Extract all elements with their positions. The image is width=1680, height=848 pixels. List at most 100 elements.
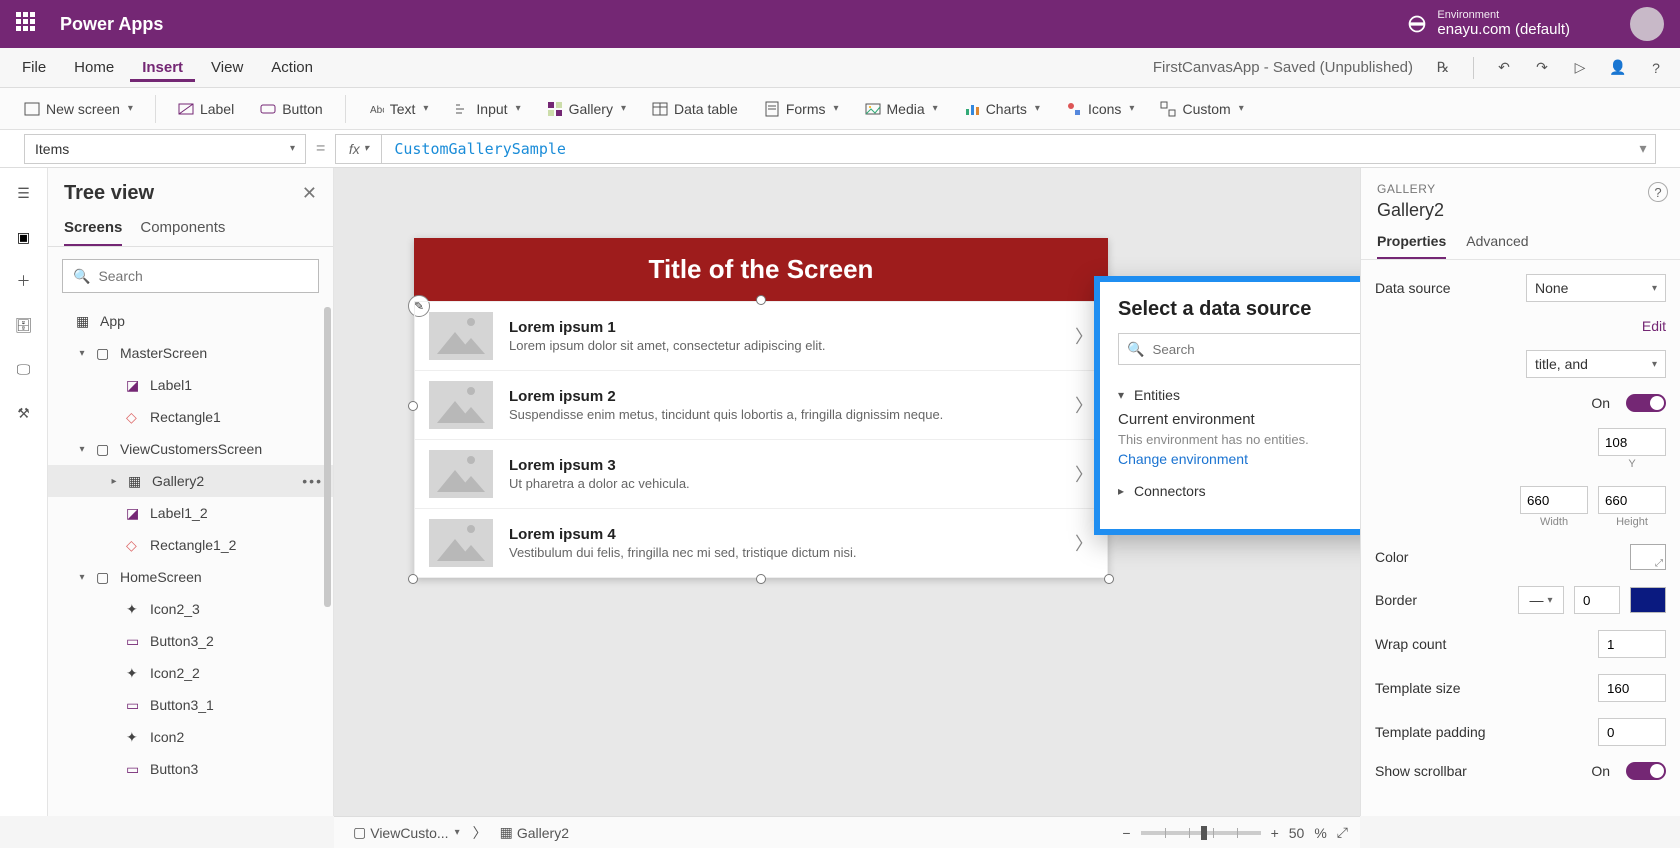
prop-scroll-toggle[interactable] xyxy=(1626,762,1666,780)
ds-entities-section[interactable]: ▾ Entities ••• xyxy=(1118,381,1360,409)
tree-close-icon[interactable]: ✕ xyxy=(302,183,317,204)
ds-change-env-link[interactable]: Change environment xyxy=(1118,451,1360,467)
zoom-slider[interactable] xyxy=(1141,831,1261,835)
prop-help-icon[interactable]: ? xyxy=(1648,182,1668,202)
datatable-button[interactable]: Data table xyxy=(642,97,748,121)
property-dropdown[interactable]: Items▾ xyxy=(24,134,306,164)
prop-tsize-input[interactable] xyxy=(1598,674,1666,702)
formula-input[interactable]: CustomGallerySample xyxy=(382,140,1631,158)
node-icon2[interactable]: ✦Icon2 xyxy=(48,721,333,753)
node-more-icon[interactable]: ••• xyxy=(302,473,323,489)
ds-search-input[interactable] xyxy=(1150,341,1360,358)
share-icon[interactable]: 👤 xyxy=(1604,54,1632,82)
zoom-out-icon[interactable]: − xyxy=(1122,825,1130,841)
chevron-right-icon[interactable]: 〉 xyxy=(1075,323,1093,349)
prop-border-style[interactable]: —▾ xyxy=(1518,586,1564,614)
prop-visible-toggle[interactable] xyxy=(1626,394,1666,412)
ds-search[interactable]: 🔍 xyxy=(1118,333,1360,365)
menu-home[interactable]: Home xyxy=(62,53,126,82)
tab-screens[interactable]: Screens xyxy=(64,211,122,246)
prop-y-input[interactable] xyxy=(1598,428,1666,456)
node-label1-2[interactable]: ◪Label1_2 xyxy=(48,497,333,529)
prop-layout-dropdown[interactable]: title, and▾ xyxy=(1526,350,1666,378)
node-label1[interactable]: ◪Label1 xyxy=(48,369,333,401)
gallery-row[interactable]: Lorem ipsum 2 Suspendisse enim metus, ti… xyxy=(414,371,1108,440)
resize-handle[interactable] xyxy=(756,295,766,305)
advanced-tools-icon[interactable]: ⚒ xyxy=(13,402,35,424)
tree-scrollbar[interactable] xyxy=(324,307,331,607)
resize-handle[interactable] xyxy=(408,574,418,584)
prop-color-swatch[interactable]: ⤢ xyxy=(1630,544,1666,570)
app-checker-icon[interactable]: ℞ xyxy=(1429,54,1457,82)
resize-handle[interactable] xyxy=(1104,574,1114,584)
media-button[interactable]: Media▾ xyxy=(855,97,948,121)
help-icon[interactable]: ? xyxy=(1642,54,1670,82)
gallery-row[interactable]: Lorem ipsum 4 Vestibulum dui felis, frin… xyxy=(414,509,1108,578)
gallery-row[interactable]: Lorem ipsum 1 Lorem ipsum dolor sit amet… xyxy=(414,301,1108,371)
tree-view-icon[interactable]: ▣ xyxy=(13,226,35,248)
zoom-in-icon[interactable]: + xyxy=(1271,825,1279,841)
user-avatar[interactable] xyxy=(1630,7,1664,41)
menu-insert[interactable]: Insert xyxy=(130,53,195,82)
bc-control[interactable]: ▦ Gallery2 xyxy=(493,821,576,844)
prop-border-width-input[interactable] xyxy=(1574,586,1620,614)
hamburger-icon[interactable]: ☰ xyxy=(13,182,35,204)
prop-tpad-input[interactable] xyxy=(1598,718,1666,746)
prop-wrap-input[interactable] xyxy=(1598,630,1666,658)
node-masterscreen[interactable]: ▾▢MasterScreen xyxy=(48,337,333,369)
prop-tab-advanced[interactable]: Advanced xyxy=(1466,233,1528,259)
node-rectangle1-2[interactable]: ◇Rectangle1_2 xyxy=(48,529,333,561)
menu-action[interactable]: Action xyxy=(259,53,325,82)
chevron-right-icon[interactable]: 〉 xyxy=(1075,392,1093,418)
chevron-right-icon[interactable]: 〉 xyxy=(1075,461,1093,487)
environment-picker[interactable]: Environment enayu.com (default) xyxy=(1407,10,1570,38)
chevron-right-icon[interactable]: 〉 xyxy=(1075,530,1093,556)
node-button3-2[interactable]: ▭Button3_2 xyxy=(48,625,333,657)
custom-button[interactable]: Custom▾ xyxy=(1150,97,1253,121)
node-icon2-3[interactable]: ✦Icon2_3 xyxy=(48,593,333,625)
redo-icon[interactable]: ↷ xyxy=(1528,54,1556,82)
node-homescreen[interactable]: ▾▢HomeScreen xyxy=(48,561,333,593)
fx-icon[interactable]: fx▾ xyxy=(336,135,382,163)
data-icon[interactable]: 🗄 xyxy=(13,314,35,336)
input-button[interactable]: Input▾ xyxy=(444,97,530,121)
tree-search-input[interactable] xyxy=(96,267,308,285)
insert-plus-icon[interactable]: ＋ xyxy=(13,270,35,292)
prop-width-input[interactable] xyxy=(1520,486,1588,514)
app-launcher-icon[interactable] xyxy=(16,12,40,36)
canvas-area[interactable]: Title of the Screen ✎ Lorem ipsum 1 Lore… xyxy=(334,168,1360,816)
icons-button[interactable]: Icons▾ xyxy=(1056,97,1145,121)
prop-tab-properties[interactable]: Properties xyxy=(1377,233,1446,259)
fit-icon[interactable]: ⤢ xyxy=(1337,824,1348,841)
gallery-button[interactable]: Gallery▾ xyxy=(537,97,636,121)
charts-button[interactable]: Charts▾ xyxy=(954,97,1050,121)
ds-connectors-section[interactable]: ▸ Connectors ••• xyxy=(1118,477,1360,505)
prop-border-color[interactable] xyxy=(1630,587,1666,613)
bc-screen[interactable]: ▢ ViewCusto... ▾ xyxy=(346,821,467,844)
node-rectangle1[interactable]: ◇Rectangle1 xyxy=(48,401,333,433)
formula-expand-icon[interactable]: ▾ xyxy=(1631,140,1655,157)
resize-handle[interactable] xyxy=(408,401,418,411)
play-icon[interactable]: ▷ xyxy=(1566,54,1594,82)
button-button[interactable]: Button xyxy=(250,97,332,121)
resize-handle[interactable] xyxy=(756,574,766,584)
media-rail-icon[interactable]: 🖵 xyxy=(13,358,35,380)
new-screen-button[interactable]: New screen▾ xyxy=(14,97,143,121)
label-button[interactable]: Label xyxy=(168,97,244,121)
tab-components[interactable]: Components xyxy=(140,211,225,246)
text-button[interactable]: AbcText▾ xyxy=(358,97,439,121)
gallery-selection[interactable]: ✎ Lorem ipsum 1 Lorem ipsum dolor sit am… xyxy=(414,301,1108,578)
prop-datasource-dropdown[interactable]: None▾ xyxy=(1526,274,1666,302)
prop-height-input[interactable] xyxy=(1598,486,1666,514)
undo-icon[interactable]: ↶ xyxy=(1490,54,1518,82)
screen-preview[interactable]: Title of the Screen ✎ Lorem ipsum 1 Lore… xyxy=(414,238,1108,578)
node-button3-1[interactable]: ▭Button3_1 xyxy=(48,689,333,721)
node-icon2-2[interactable]: ✦Icon2_2 xyxy=(48,657,333,689)
menu-view[interactable]: View xyxy=(199,53,255,82)
prop-fields-edit-link[interactable]: Edit xyxy=(1642,318,1666,334)
tree-search[interactable]: 🔍 xyxy=(62,259,319,293)
forms-button[interactable]: Forms▾ xyxy=(754,97,849,121)
node-app[interactable]: ▦App xyxy=(48,305,333,337)
menu-file[interactable]: File xyxy=(10,53,58,82)
node-gallery2[interactable]: ▸▦Gallery2••• xyxy=(48,465,333,497)
